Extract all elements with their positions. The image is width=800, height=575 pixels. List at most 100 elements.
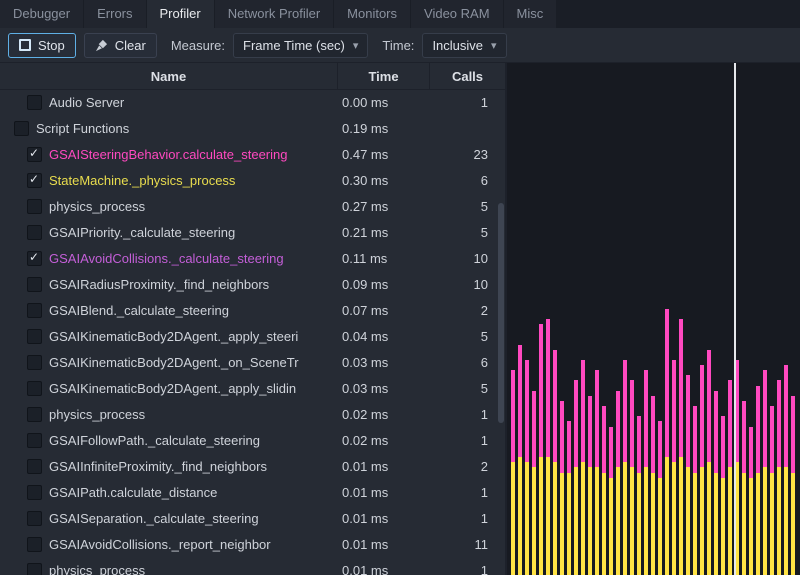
table-row[interactable]: GSAIAvoidCollisions._calculate_steering0… bbox=[0, 245, 505, 271]
row-calls-value: 6 bbox=[429, 355, 505, 370]
row-name-cell: StateMachine._physics_process bbox=[0, 173, 337, 188]
row-time-value: 0.01 ms bbox=[337, 511, 429, 526]
graph-bar-yellow bbox=[679, 457, 683, 575]
clear-button[interactable]: Clear bbox=[84, 33, 157, 58]
table-row[interactable]: GSAIKinematicBody2DAgent._apply_slidin0.… bbox=[0, 375, 505, 401]
row-checkbox[interactable] bbox=[27, 563, 42, 575]
profiler-panel: DebuggerErrorsProfilerNetwork ProfilerMo… bbox=[0, 0, 800, 575]
tab-video-ram[interactable]: Video RAM bbox=[411, 0, 503, 28]
graph-bar-yellow bbox=[539, 457, 543, 575]
row-checkbox[interactable] bbox=[27, 485, 42, 500]
table-row[interactable]: physics_process0.01 ms1 bbox=[0, 557, 505, 575]
row-checkbox[interactable] bbox=[27, 433, 42, 448]
row-checkbox[interactable] bbox=[27, 147, 42, 162]
table-row[interactable]: Script Functions0.19 ms bbox=[0, 115, 505, 141]
row-name-cell: physics_process bbox=[0, 407, 337, 422]
time-dropdown[interactable]: Inclusive ▾ bbox=[422, 33, 506, 58]
row-time-value: 0.01 ms bbox=[337, 459, 429, 474]
column-header-name[interactable]: Name bbox=[0, 63, 337, 89]
row-calls-value: 2 bbox=[429, 459, 505, 474]
measure-dropdown[interactable]: Frame Time (sec) ▾ bbox=[233, 33, 368, 58]
row-calls-value: 23 bbox=[429, 147, 505, 162]
clear-button-label: Clear bbox=[115, 38, 146, 53]
row-calls-value: 5 bbox=[429, 329, 505, 344]
table-row[interactable]: GSAIKinematicBody2DAgent._on_SceneTr0.03… bbox=[0, 349, 505, 375]
table-row[interactable]: physics_process0.02 ms1 bbox=[0, 401, 505, 427]
row-checkbox[interactable] bbox=[27, 225, 42, 240]
graph-bar-yellow bbox=[637, 473, 641, 575]
row-calls-value: 1 bbox=[429, 485, 505, 500]
tab-monitors[interactable]: Monitors bbox=[334, 0, 410, 28]
graph-bar-yellow bbox=[672, 462, 676, 575]
stop-button[interactable]: Stop bbox=[8, 33, 76, 58]
measure-dropdown-value: Frame Time (sec) bbox=[243, 38, 345, 53]
row-checkbox[interactable] bbox=[27, 251, 42, 266]
row-name-cell: GSAIBlend._calculate_steering bbox=[0, 303, 337, 318]
graph-bar-yellow bbox=[700, 467, 704, 575]
row-checkbox[interactable] bbox=[27, 381, 42, 396]
column-header-calls[interactable]: Calls bbox=[429, 63, 505, 89]
row-checkbox[interactable] bbox=[14, 121, 29, 136]
row-checkbox[interactable] bbox=[27, 173, 42, 188]
graph-bar-yellow bbox=[623, 462, 627, 575]
graph-bar-yellow bbox=[644, 467, 648, 575]
row-time-value: 0.00 ms bbox=[337, 95, 429, 110]
tab-network-profiler[interactable]: Network Profiler bbox=[215, 0, 333, 28]
table-row[interactable]: Audio Server0.00 ms1 bbox=[0, 89, 505, 115]
table-row[interactable]: GSAIInfiniteProximity._find_neighbors0.0… bbox=[0, 453, 505, 479]
graph-bar-yellow bbox=[763, 467, 767, 575]
row-time-value: 0.09 ms bbox=[337, 277, 429, 292]
row-name-label: GSAIPath.calculate_distance bbox=[49, 485, 217, 500]
table-row[interactable]: StateMachine._physics_process0.30 ms6 bbox=[0, 167, 505, 193]
row-checkbox[interactable] bbox=[27, 303, 42, 318]
graph-bar-yellow bbox=[609, 478, 613, 575]
chevron-down-icon: ▾ bbox=[353, 39, 359, 52]
table-row[interactable]: physics_process0.27 ms5 bbox=[0, 193, 505, 219]
table-row[interactable]: GSAIPath.calculate_distance0.01 ms1 bbox=[0, 479, 505, 505]
row-name-label: GSAIFollowPath._calculate_steering bbox=[49, 433, 260, 448]
table-row[interactable]: GSAIFollowPath._calculate_steering 0.02 m… bbox=[0, 427, 505, 453]
scrollbar-thumb[interactable] bbox=[498, 203, 504, 423]
row-checkbox[interactable] bbox=[27, 407, 42, 422]
frame-graph[interactable] bbox=[505, 63, 800, 575]
table-row[interactable]: GSAISteeringBehavior.calculate_steering0… bbox=[0, 141, 505, 167]
graph-bar-yellow bbox=[581, 462, 585, 575]
table-row[interactable]: GSAIRadiusProximity._find_neighbors0.09 … bbox=[0, 271, 505, 297]
tab-misc[interactable]: Misc bbox=[504, 0, 557, 28]
table-row[interactable]: GSAIPriority._calculate_steering0.21 ms5 bbox=[0, 219, 505, 245]
row-time-value: 0.02 ms bbox=[337, 433, 429, 448]
row-checkbox[interactable] bbox=[27, 329, 42, 344]
tree-header: Name Time Calls bbox=[0, 63, 505, 90]
row-checkbox[interactable] bbox=[27, 355, 42, 370]
tab-profiler[interactable]: Profiler bbox=[147, 0, 214, 28]
column-header-time[interactable]: Time bbox=[337, 63, 429, 89]
row-name-cell: physics_process bbox=[0, 199, 337, 214]
row-time-value: 0.19 ms bbox=[337, 121, 429, 136]
clear-icon bbox=[95, 39, 108, 52]
table-row[interactable]: GSAIBlend._calculate_steering0.07 ms2 bbox=[0, 297, 505, 323]
measure-label: Measure: bbox=[171, 38, 225, 53]
row-name-label: Audio Server bbox=[49, 95, 124, 110]
table-row[interactable]: GSAIKinematicBody2DAgent._apply_steeri0.… bbox=[0, 323, 505, 349]
row-name-cell: GSAIKinematicBody2DAgent._on_SceneTr bbox=[0, 355, 337, 370]
table-row[interactable]: GSAIAvoidCollisions._report_neighbor0.01… bbox=[0, 531, 505, 557]
graph-bar-yellow bbox=[756, 473, 760, 575]
row-checkbox[interactable] bbox=[27, 459, 42, 474]
row-name-cell: GSAIAvoidCollisions._calculate_steering bbox=[0, 251, 337, 266]
row-checkbox[interactable] bbox=[27, 95, 42, 110]
graph-bar-yellow bbox=[777, 467, 781, 575]
row-calls-value: 11 bbox=[429, 537, 505, 552]
row-checkbox[interactable] bbox=[27, 511, 42, 526]
row-time-value: 0.01 ms bbox=[337, 563, 429, 575]
graph-bar-yellow bbox=[714, 473, 718, 575]
tab-errors[interactable]: Errors bbox=[84, 0, 145, 28]
graph-cursor bbox=[734, 63, 736, 575]
time-label: Time: bbox=[382, 38, 414, 53]
tab-debugger[interactable]: Debugger bbox=[0, 0, 83, 28]
row-name-label: physics_process bbox=[49, 199, 145, 214]
row-checkbox[interactable] bbox=[27, 277, 42, 292]
row-checkbox[interactable] bbox=[27, 199, 42, 214]
row-checkbox[interactable] bbox=[27, 537, 42, 552]
table-row[interactable]: GSAISeparation._calculate_steering0.01 m… bbox=[0, 505, 505, 531]
row-name-cell: physics_process bbox=[0, 563, 337, 575]
